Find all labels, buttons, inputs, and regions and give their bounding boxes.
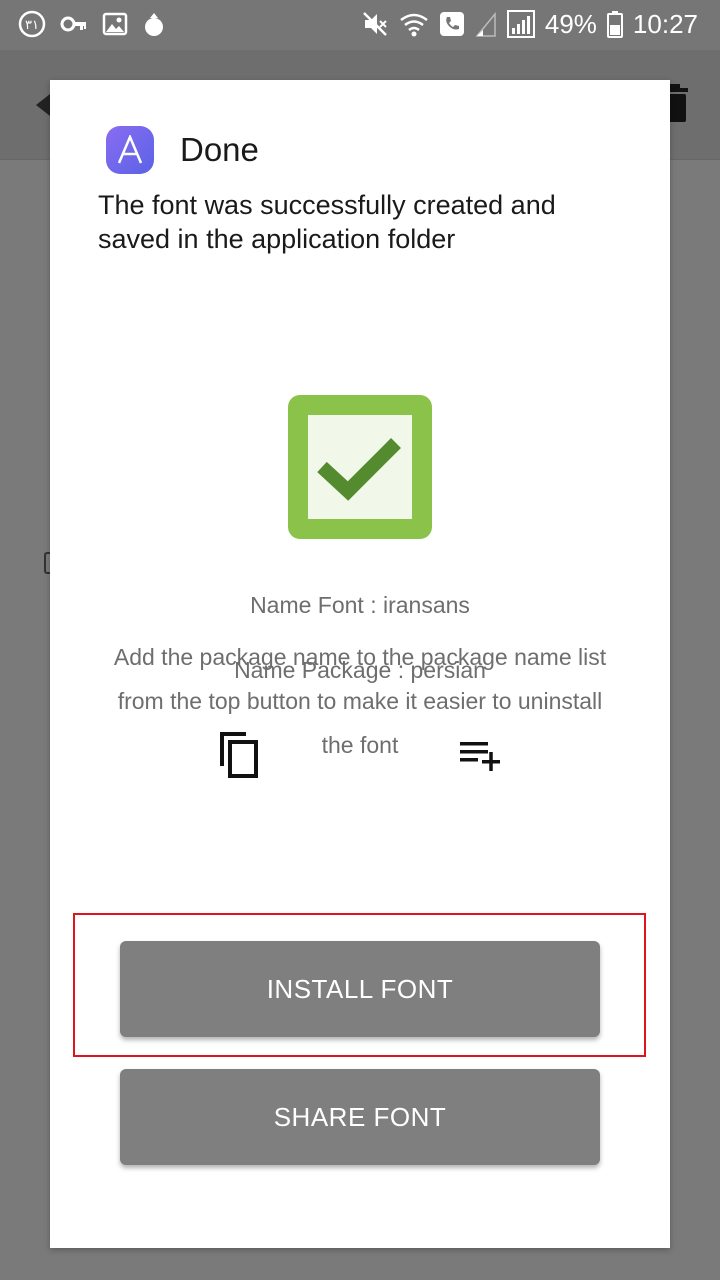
signal-icon bbox=[506, 10, 535, 38]
playlist-add-icon[interactable] bbox=[458, 740, 502, 777]
checkmark-icon bbox=[317, 438, 401, 501]
signal-weak-icon bbox=[475, 10, 497, 38]
wifi-call-icon bbox=[399, 10, 429, 38]
package-hint-text: Add the package name to the package name… bbox=[113, 644, 607, 758]
battery-percent: 49% bbox=[544, 8, 597, 39]
dialog-header: Done bbox=[106, 126, 259, 174]
app-logo-icon bbox=[106, 126, 154, 174]
key-icon bbox=[60, 10, 88, 38]
dialog-title: Done bbox=[180, 131, 259, 168]
check-box-icon bbox=[288, 395, 432, 539]
mute-icon bbox=[361, 10, 389, 38]
install-font-button[interactable]: INSTALL FONT bbox=[120, 941, 600, 1037]
package-name-label: Name Package : persian bbox=[234, 657, 486, 683]
status-bar-left: ۳۱ bbox=[18, 10, 166, 38]
clock: 10:27 bbox=[632, 8, 698, 39]
share-font-button[interactable]: SHARE FONT bbox=[120, 1069, 600, 1165]
phone-icon bbox=[439, 11, 465, 37]
dialog-message: The font was successfully created and sa… bbox=[98, 190, 556, 254]
status-bar-right: 49% 10:27 bbox=[361, 6, 698, 42]
notification-badge-text: ۳۱ bbox=[25, 18, 39, 33]
font-name-label: Name Font : iransans bbox=[250, 592, 470, 618]
pomegranate-icon bbox=[142, 10, 166, 38]
copy-icon[interactable] bbox=[218, 730, 260, 783]
image-icon bbox=[102, 11, 128, 37]
persian-31-notification-icon: ۳۱ bbox=[18, 10, 46, 38]
status-bar: ۳۱ 49% 10:27 bbox=[0, 0, 720, 50]
check-box-inner bbox=[308, 415, 412, 519]
battery-icon bbox=[606, 10, 623, 38]
